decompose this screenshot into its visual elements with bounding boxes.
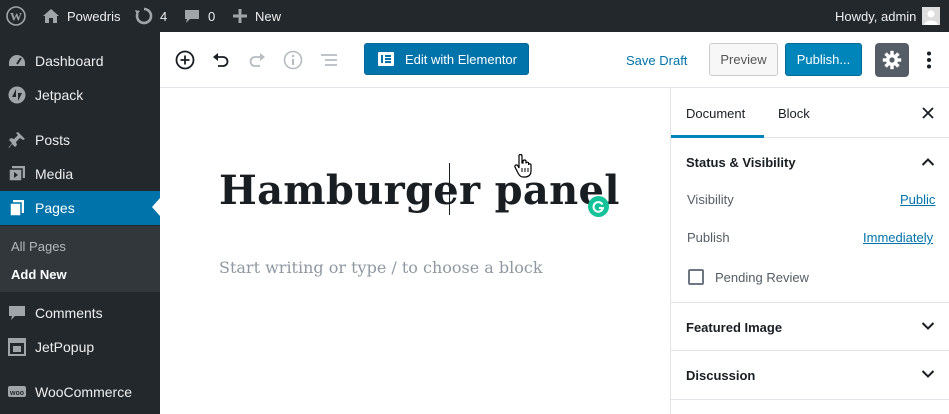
sidebar-item-label: Posts (35, 132, 71, 148)
pages-submenu: All Pages Add New (0, 226, 160, 292)
grammarly-icon[interactable] (588, 196, 609, 217)
section-divider (671, 399, 949, 400)
panel-tabs: Document Block (671, 88, 949, 138)
settings-sidebar: Document Block Status & Visibility Visib… (670, 88, 949, 414)
sidebar-item-jetpopup[interactable]: JetPopup (0, 330, 160, 364)
block-appender-placeholder[interactable]: Start writing or type / to choose a bloc… (219, 258, 543, 277)
avatar (922, 7, 941, 25)
svg-text:woo: woo (9, 390, 24, 397)
tab-document[interactable]: Document (686, 106, 745, 121)
submenu-item-all-pages[interactable]: All Pages (11, 239, 66, 254)
preview-label: Preview (720, 52, 767, 67)
pin-icon (8, 132, 25, 148)
wordpress-logo-icon[interactable]: W (6, 0, 26, 32)
sidebar-item-label: Pages (35, 200, 75, 216)
pages-icon (9, 200, 24, 217)
visibility-value-link[interactable]: Public (900, 192, 935, 207)
howdy-greeting: Howdy, admin (835, 8, 917, 24)
visibility-label: Visibility (687, 192, 734, 207)
active-tab-indicator (671, 135, 764, 138)
sidebar-item-label: WooCommerce (35, 384, 132, 400)
settings-button[interactable] (875, 43, 909, 77)
pending-review-checkbox[interactable] (688, 269, 704, 285)
sidebar-item-label: JetPopup (35, 339, 95, 355)
sidebar-item-posts[interactable]: Posts (0, 123, 160, 157)
publish-label: Publish... (796, 52, 851, 67)
chevron-down-icon[interactable] (921, 369, 935, 379)
chevron-down-icon[interactable] (921, 321, 935, 331)
sidebar-item-label: Dashboard (35, 53, 104, 69)
comments-icon (9, 306, 25, 320)
close-icon[interactable] (921, 106, 935, 120)
admin-bar: W Powedris 4 0 New Howdy, admin (0, 0, 949, 32)
comment-bubble-icon (185, 10, 199, 23)
add-block-icon[interactable] (174, 49, 196, 71)
status-visibility-toggle[interactable]: Status & Visibility (686, 155, 796, 170)
my-account-link[interactable]: Howdy, admin (835, 0, 941, 32)
comments-link[interactable]: 0 (184, 0, 215, 32)
chevron-up-icon[interactable] (921, 157, 935, 167)
updates-count: 4 (160, 8, 168, 24)
editor-toolbar: Edit with Elementor Save Draft Preview P… (160, 32, 949, 88)
edit-with-elementor-label: Edit with Elementor (405, 52, 517, 67)
sidebar-item-dashboard[interactable]: Dashboard (0, 44, 160, 78)
text-caret (449, 163, 450, 215)
tab-block[interactable]: Block (778, 106, 810, 121)
block-navigation-icon[interactable] (318, 49, 340, 71)
sidebar-item-label: Jetpack (35, 87, 84, 103)
preview-button[interactable]: Preview (709, 43, 778, 76)
current-menu-arrow (152, 198, 160, 216)
pending-review-label[interactable]: Pending Review (715, 270, 809, 285)
publish-label: Publish (687, 230, 730, 245)
more-options-icon[interactable] (918, 49, 940, 71)
discussion-toggle[interactable]: Discussion (686, 368, 755, 383)
sidebar-item-woocommerce[interactable]: woo WooCommerce (0, 375, 160, 409)
elementor-logo-icon (378, 52, 394, 66)
sidebar-item-media[interactable]: Media (0, 157, 160, 191)
save-draft-button[interactable]: Save Draft (626, 53, 687, 68)
updates-icon (135, 7, 153, 25)
site-name: Powedris (67, 8, 121, 24)
comments-count: 0 (208, 8, 216, 24)
editor-canvas: Hamburger panel Start writing or type / … (160, 88, 670, 414)
section-divider (671, 350, 949, 351)
new-content-link[interactable]: New (233, 0, 281, 32)
plus-icon (233, 9, 247, 23)
redo-icon[interactable] (246, 49, 268, 71)
publish-button[interactable]: Publish... (785, 43, 862, 76)
undo-icon[interactable] (210, 49, 232, 71)
sidebar-item-comments[interactable]: Comments (0, 296, 160, 330)
sidebar-item-jetpack[interactable]: Jetpack (0, 78, 160, 112)
site-name-link[interactable]: Powedris (42, 0, 120, 32)
info-icon[interactable] (282, 49, 304, 71)
section-divider (671, 302, 949, 303)
edit-with-elementor-button[interactable]: Edit with Elementor (364, 43, 529, 75)
svg-text:W: W (10, 10, 22, 24)
publish-date-link[interactable]: Immediately (863, 230, 933, 245)
updates-link[interactable]: 4 (134, 0, 167, 32)
jetpopup-icon (8, 338, 26, 356)
media-icon (8, 166, 25, 182)
woocommerce-icon: woo (8, 386, 26, 397)
admin-menu: Dashboard Jetpack Posts Media Pages All … (0, 32, 160, 414)
hand-cursor-icon (514, 154, 532, 178)
submenu-item-add-new[interactable]: Add New (11, 267, 67, 282)
new-label: New (255, 8, 282, 24)
dashboard-icon (9, 55, 25, 66)
home-icon (43, 9, 59, 23)
featured-image-toggle[interactable]: Featured Image (686, 320, 782, 335)
sidebar-item-label: Comments (35, 305, 103, 321)
post-title[interactable]: Hamburger panel (219, 167, 620, 214)
sidebar-item-label: Media (35, 166, 74, 182)
gear-icon (882, 50, 902, 70)
sidebar-item-pages[interactable]: Pages (0, 191, 160, 225)
jetpack-icon (8, 86, 26, 104)
